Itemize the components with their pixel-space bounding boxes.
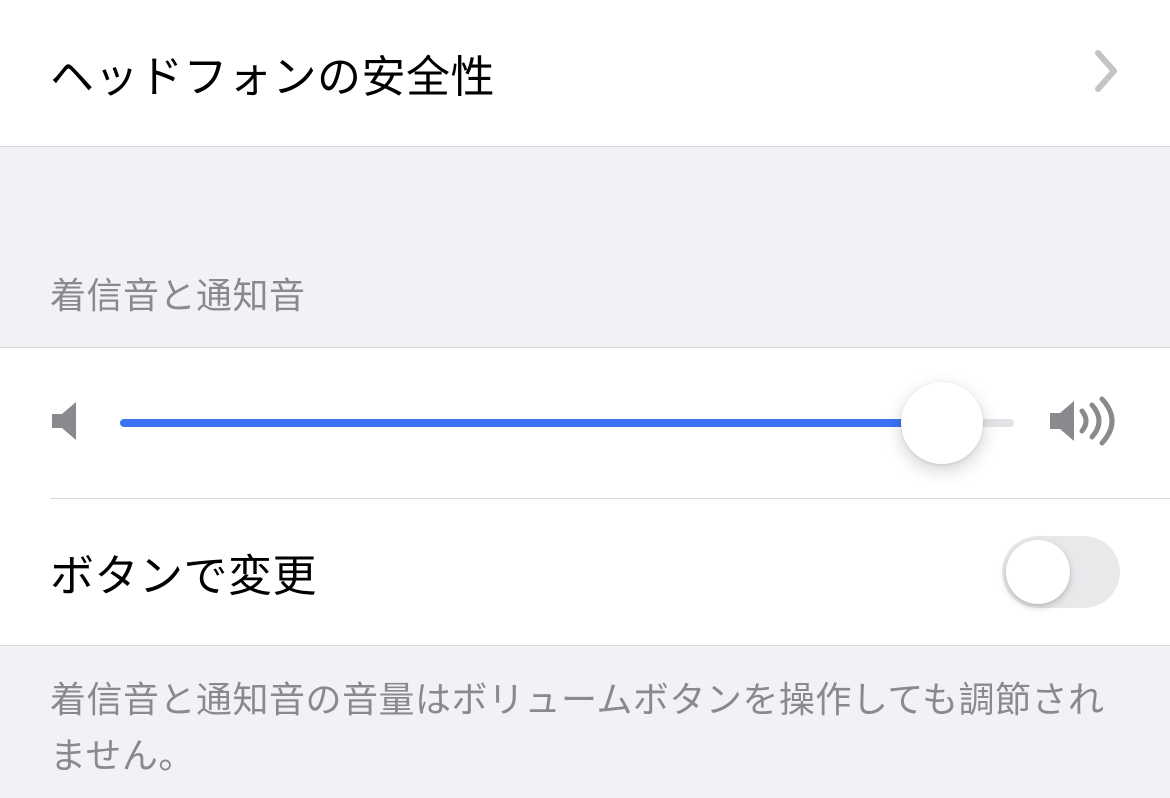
ringer-section-footer: 着信音と通知音の音量はボリュームボタンを操作しても調節されません。 bbox=[0, 646, 1170, 784]
change-with-buttons-row: ボタンで変更 bbox=[0, 499, 1170, 645]
toggle-knob bbox=[1006, 540, 1070, 604]
slider-thumb[interactable] bbox=[901, 382, 983, 464]
ringer-volume-row bbox=[0, 348, 1170, 498]
chevron-right-icon bbox=[1094, 49, 1120, 98]
headphone-safety-row[interactable]: ヘッドフォンの安全性 bbox=[0, 0, 1170, 146]
change-with-buttons-toggle[interactable] bbox=[1002, 536, 1120, 608]
slider-fill bbox=[120, 419, 942, 427]
volume-low-icon bbox=[50, 400, 86, 447]
volume-high-icon bbox=[1048, 395, 1120, 452]
headphone-safety-label: ヘッドフォンの安全性 bbox=[50, 41, 495, 105]
ringer-volume-slider[interactable] bbox=[120, 383, 1014, 463]
ringer-section-header: 着信音と通知音 bbox=[0, 267, 1170, 347]
change-with-buttons-label: ボタンで変更 bbox=[50, 540, 317, 604]
